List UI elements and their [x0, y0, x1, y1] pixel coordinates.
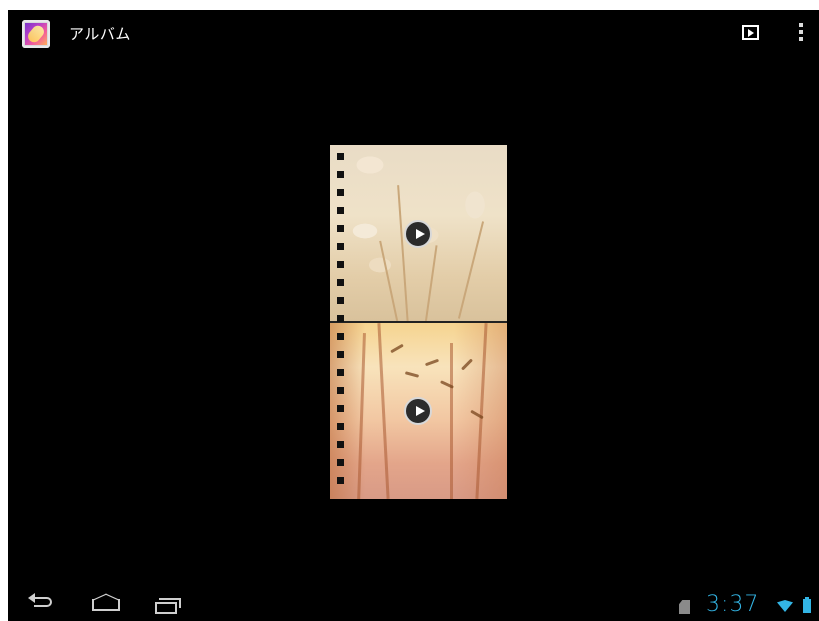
grass-leaf — [424, 358, 440, 367]
video-play-icon[interactable] — [404, 397, 432, 425]
grass-leaf — [404, 371, 420, 378]
action-bar: アルバム — [8, 10, 819, 58]
sprocket-hole — [337, 189, 344, 196]
sprocket-hole — [337, 207, 344, 214]
system-bar: 3:37 — [8, 581, 819, 621]
sprocket-hole — [337, 369, 344, 376]
sprocket-hole — [337, 243, 344, 250]
overflow-dot — [799, 37, 803, 41]
recent-apps-front-card — [155, 602, 177, 614]
sprocket-hole — [337, 279, 344, 286]
screen: アルバム 3:37 — [8, 10, 819, 621]
grass-stem — [457, 221, 485, 319]
sprocket-hole — [337, 225, 344, 232]
overflow-dot — [799, 23, 803, 27]
overflow-dot — [799, 30, 803, 34]
gallery-icon[interactable] — [22, 20, 50, 48]
recent-apps-icon[interactable] — [155, 598, 183, 614]
grass-stem — [379, 240, 399, 321]
back-icon[interactable] — [28, 593, 54, 611]
grass-blade — [475, 323, 488, 499]
wifi-icon — [777, 600, 793, 612]
sd-card-icon — [679, 600, 690, 614]
overflow-menu-icon[interactable] — [799, 23, 803, 43]
grass-blade — [357, 332, 366, 499]
page-title: アルバム — [69, 25, 131, 43]
video-filmstrip — [330, 145, 507, 499]
sprocket-hole — [337, 351, 344, 358]
back-icon-hook — [34, 597, 52, 607]
grass-blade — [450, 343, 453, 499]
sprocket-hole — [337, 153, 344, 160]
video-play-icon[interactable] — [404, 220, 432, 248]
sprocket-hole — [337, 441, 344, 448]
grass-stem — [397, 185, 409, 321]
grass-stem — [424, 245, 438, 321]
status-clock[interactable]: 3:37 — [706, 592, 759, 617]
back-icon-arrow — [28, 593, 35, 603]
sprocket-hole — [337, 171, 344, 178]
sprocket-hole — [337, 261, 344, 268]
sprocket-hole — [337, 333, 344, 340]
sprocket-hole — [337, 297, 344, 304]
slideshow-play-icon[interactable] — [742, 25, 759, 40]
sprocket-hole — [337, 387, 344, 394]
grass-blade — [377, 323, 390, 499]
grass-leaf — [460, 358, 474, 371]
sprocket-hole — [337, 405, 344, 412]
sprocket-hole — [337, 459, 344, 466]
sprocket-hole — [337, 423, 344, 430]
grass-leaf — [390, 343, 404, 354]
film-sprocket-holes — [337, 145, 345, 499]
battery-icon — [803, 597, 811, 613]
home-icon[interactable] — [92, 599, 120, 611]
sprocket-hole — [337, 315, 344, 322]
sprocket-hole — [337, 477, 344, 484]
